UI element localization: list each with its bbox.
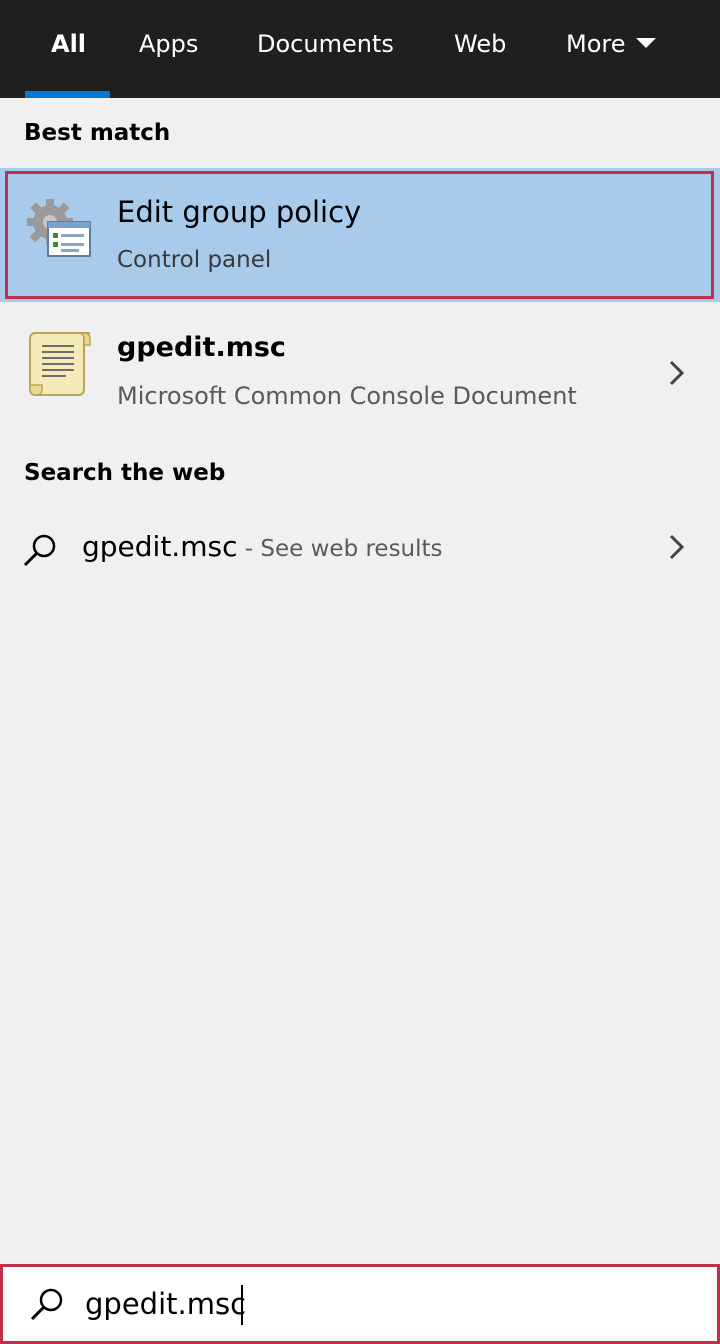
tab-more-label: More <box>566 30 626 58</box>
search-box[interactable] <box>0 1264 720 1344</box>
chevron-right-icon[interactable] <box>666 532 688 562</box>
best-match-result[interactable]: Edit group policy Control panel <box>0 168 720 302</box>
search-input[interactable] <box>85 1279 685 1329</box>
group-policy-icon <box>27 199 91 257</box>
best-match-subtitle: Control panel <box>117 247 272 273</box>
document-icon <box>29 332 91 396</box>
tab-documents[interactable]: Documents <box>257 0 394 98</box>
result-item-gpedit[interactable]: gpedit.msc Microsoft Common Console Docu… <box>0 302 720 442</box>
best-match-title: Edit group policy <box>117 195 362 229</box>
caret-down-icon <box>635 38 656 48</box>
section-header-search-web: Search the web <box>24 460 226 486</box>
focus-outline <box>5 171 714 299</box>
search-icon <box>30 1288 63 1321</box>
search-filter-tabbar: All Apps Documents Web More <box>0 0 720 98</box>
result-title: gpedit.msc <box>117 332 286 363</box>
tab-more[interactable]: More <box>566 0 656 98</box>
tab-all[interactable]: All <box>51 0 86 98</box>
tab-web[interactable]: Web <box>454 0 506 98</box>
search-icon <box>23 534 56 567</box>
result-subtitle: Microsoft Common Console Document <box>117 382 577 410</box>
text-caret <box>241 1285 243 1325</box>
web-query: gpedit.msc <box>82 530 238 563</box>
web-results-suffix: - See web results <box>237 536 443 562</box>
web-search-result[interactable]: gpedit.msc - See web results <box>0 510 720 586</box>
tab-apps[interactable]: Apps <box>139 0 198 98</box>
active-tab-indicator <box>25 91 110 98</box>
chevron-right-icon[interactable] <box>666 358 688 388</box>
section-header-best-match: Best match <box>24 120 171 146</box>
web-query-text: gpedit.msc - See web results <box>82 530 443 563</box>
